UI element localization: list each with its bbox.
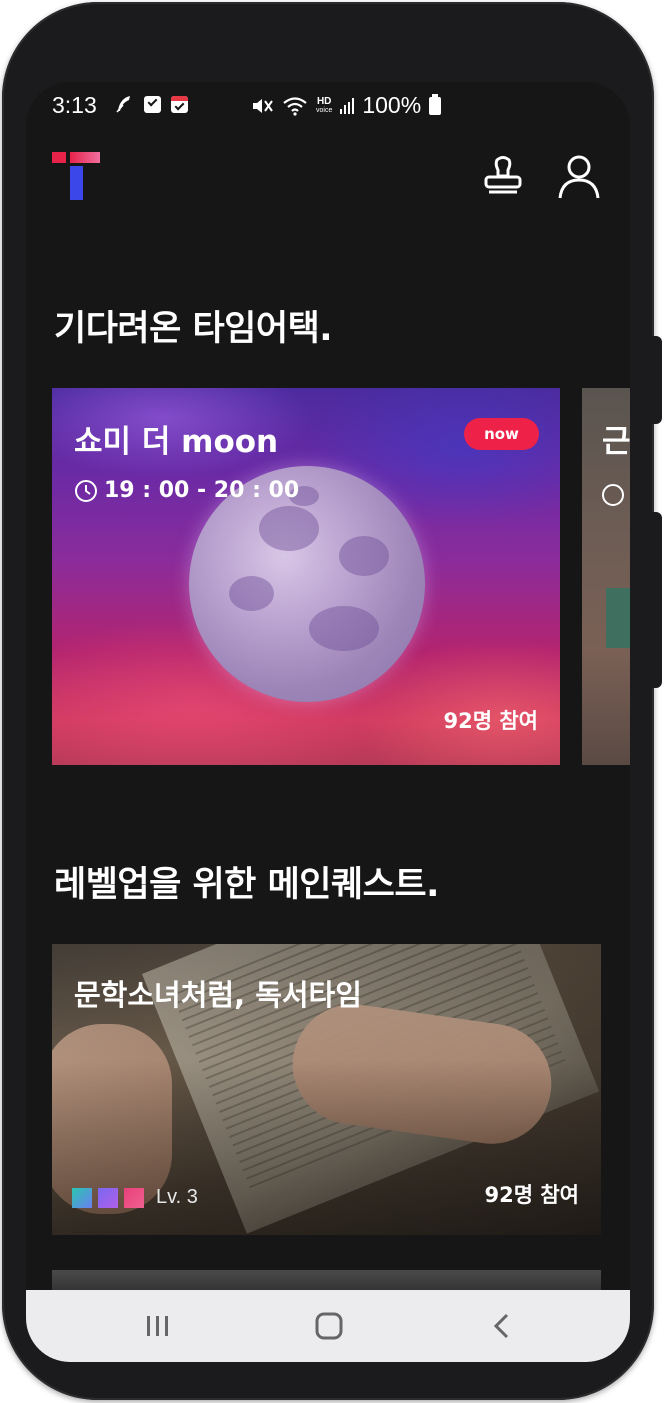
time-range: 19 : 00 - 20 : 00 (104, 478, 300, 503)
power-button (652, 512, 662, 688)
status-time: 3:13 (52, 92, 97, 118)
level-block-icon (124, 1187, 144, 1208)
feather-icon (116, 96, 130, 113)
checkbox-icon (144, 95, 161, 113)
recents-icon[interactable] (144, 1310, 172, 1342)
system-nav-bar (26, 1290, 630, 1362)
card-title: 쇼미 더 moon (74, 424, 279, 460)
back-icon[interactable] (490, 1310, 514, 1342)
participant-count: 92명 참여 (443, 709, 539, 733)
battery-percent: 100% (362, 92, 422, 118)
time-attack-title: 기다려온 타임어택. (54, 309, 333, 349)
level-indicator: Lv. 3 (72, 1186, 198, 1209)
card-title: 문학소녀처럼, 독서타임 (74, 978, 362, 1012)
clock-icon (75, 479, 97, 502)
card-title: 근 (602, 424, 630, 460)
participant-count: 92명 참여 (484, 1183, 580, 1207)
now-badge: now (464, 418, 539, 450)
calendar-icon (171, 95, 188, 113)
main-quest-title: 레벨업을 위한 메인퀘스트. (54, 865, 439, 905)
user-icon[interactable] (554, 152, 604, 202)
level-block-icon (72, 1187, 92, 1208)
level-label: Lv. 3 (156, 1186, 198, 1208)
status-bar: 3:13 HD voice 100% (26, 82, 630, 130)
screen: 3:13 HD voice 100% 기다려온 타임어택. 쇼미 더 moon … (26, 82, 630, 1362)
t-logo-icon[interactable] (52, 152, 102, 202)
hd-voice-icon: HD voice (316, 95, 333, 114)
wifi-icon (283, 96, 307, 116)
volume-button (652, 336, 662, 424)
clock-icon (602, 484, 624, 506)
battery-icon (429, 93, 442, 115)
stamp-icon[interactable] (478, 152, 528, 202)
notification-icons (114, 94, 188, 114)
time-attack-card-next[interactable]: 근 (582, 388, 630, 765)
time-attack-card[interactable]: 쇼미 더 moon 19 : 00 - 20 : 00 now 92명 참여 (52, 388, 560, 765)
signal-icon (340, 97, 355, 114)
home-icon[interactable] (314, 1310, 344, 1342)
level-block-icon (98, 1187, 118, 1208)
system-icons: HD voice 100% (250, 92, 442, 119)
main-quest-card[interactable]: 문학소녀처럼, 독서타임 Lv. 3 92명 참여 (52, 944, 601, 1235)
card-time: 19 : 00 - 20 : 00 (74, 478, 299, 503)
mute-icon (253, 98, 273, 113)
